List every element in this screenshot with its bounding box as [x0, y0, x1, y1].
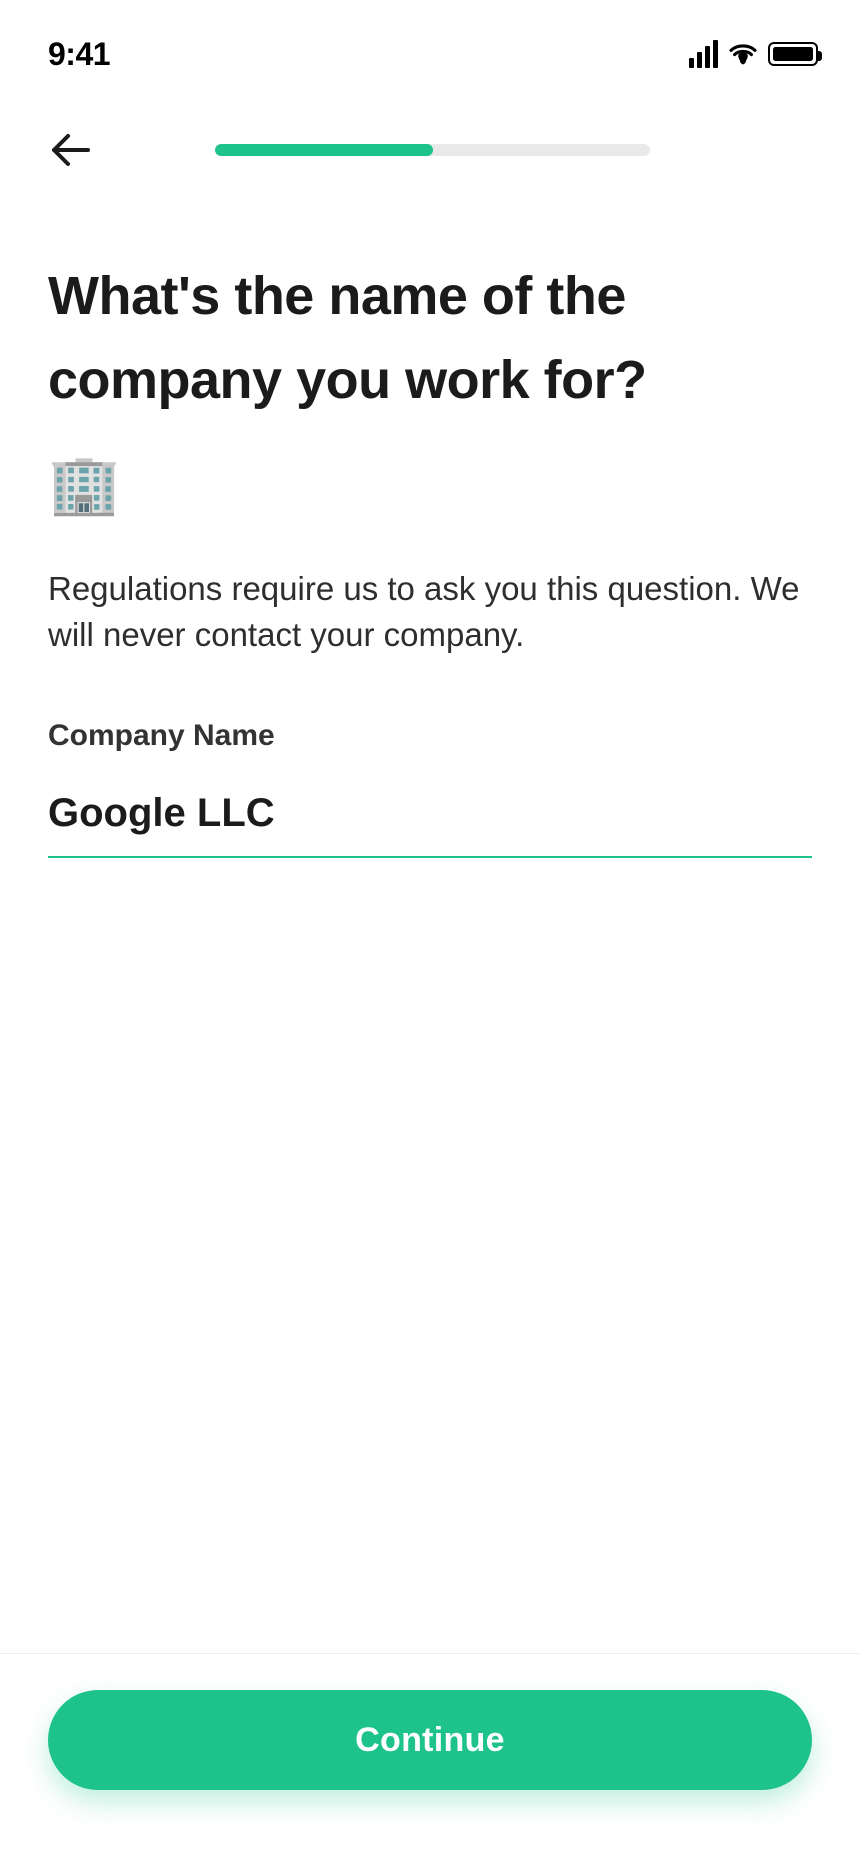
page-title: What's the name of the company you work … [48, 255, 812, 530]
status-bar: 9:41 [0, 0, 860, 80]
status-icons [689, 40, 818, 68]
building-emoji: 🏢 [48, 440, 812, 530]
wifi-icon [728, 42, 758, 66]
company-name-field: Company Name [48, 719, 812, 858]
page-subtitle: Regulations require us to ask you this q… [48, 566, 812, 657]
progress-fill [215, 144, 433, 156]
top-bar [0, 120, 860, 180]
battery-icon [768, 42, 818, 66]
title-line-1: What's the name of the [48, 266, 626, 326]
cellular-signal-icon [689, 40, 718, 68]
footer: Continue [0, 1653, 860, 1864]
status-time: 9:41 [48, 36, 110, 73]
arrow-left-icon [50, 132, 90, 168]
back-button[interactable] [48, 128, 92, 172]
progress-bar [215, 144, 650, 156]
title-line-2: company you work for? [48, 350, 647, 410]
continue-button[interactable]: Continue [48, 1690, 812, 1790]
company-name-input[interactable] [48, 781, 812, 858]
company-name-label: Company Name [48, 719, 812, 753]
main-content: What's the name of the company you work … [0, 180, 860, 1653]
